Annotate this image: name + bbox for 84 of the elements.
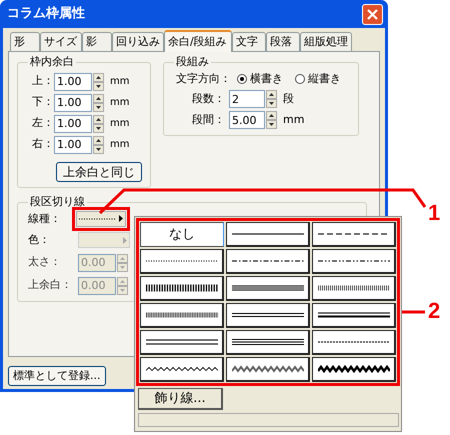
field-label: 色： xyxy=(27,232,51,248)
line-style-option[interactable] xyxy=(226,222,310,247)
tab[interactable]: 影 xyxy=(82,32,112,51)
group-title: 段組み xyxy=(175,54,210,70)
line-style-option[interactable] xyxy=(312,276,396,301)
triangle-icon xyxy=(123,236,127,244)
number-field[interactable]: 5.00 xyxy=(229,111,265,129)
field-label: 右： xyxy=(31,136,54,152)
line-style-option[interactable] xyxy=(140,276,224,301)
spinner-icon[interactable] xyxy=(266,90,277,108)
spinner-icon[interactable] xyxy=(93,94,104,112)
field-label: 上： xyxy=(31,73,54,90)
radio-label: 横書き xyxy=(250,70,283,86)
line-style-option[interactable] xyxy=(140,303,224,328)
spinner-icon[interactable] xyxy=(93,136,104,154)
window-title: コラム枠属性 xyxy=(7,5,85,24)
group-title: 段区切り線 xyxy=(29,194,86,210)
decorative-line-button[interactable]: 飾り線... xyxy=(138,388,223,410)
line-style-icon xyxy=(232,283,304,293)
tab[interactable]: 余白/段組み xyxy=(164,30,232,52)
line-style-option[interactable] xyxy=(312,330,396,355)
line-style-option[interactable] xyxy=(312,222,396,247)
number-field[interactable]: 2 xyxy=(229,90,265,108)
close-button[interactable] xyxy=(362,4,383,24)
number-field[interactable]: 1.00 xyxy=(54,94,92,112)
group-title: 枠内余白 xyxy=(29,54,75,70)
callout-number: 1 xyxy=(428,202,440,224)
line-style-option[interactable] xyxy=(140,249,224,274)
field-label: 文字方向： xyxy=(176,70,231,86)
line-style-option[interactable] xyxy=(226,303,310,328)
tab[interactable]: 回り込み xyxy=(112,32,164,51)
field-label: 線種： xyxy=(27,210,62,226)
tab[interactable]: 組版処理 xyxy=(300,32,352,51)
line-style-option[interactable] xyxy=(226,276,310,301)
line-style-icon xyxy=(232,364,304,374)
line-style-icon xyxy=(232,337,304,347)
line-style-icon xyxy=(146,337,218,347)
unit-label: 段 xyxy=(283,90,294,107)
tab[interactable]: 文字 xyxy=(232,32,266,51)
number-field[interactable]: 1.00 xyxy=(54,136,92,154)
field-label: 下： xyxy=(31,94,54,110)
tab[interactable]: 形 xyxy=(10,32,40,51)
triangle-icon xyxy=(119,215,123,222)
line-style-icon xyxy=(232,310,304,320)
line-style-option[interactable] xyxy=(312,303,396,328)
spinner-icon[interactable] xyxy=(266,111,277,129)
line-style-icon xyxy=(146,364,218,374)
line-style-option[interactable] xyxy=(140,330,224,355)
line-style-option[interactable] xyxy=(312,357,396,382)
callout-line xyxy=(402,310,425,314)
radio-label: 縦書き xyxy=(308,70,341,86)
register-default-button[interactable]: 標準として登録... xyxy=(8,366,106,386)
line-style-option[interactable] xyxy=(312,249,396,274)
line-style-icon xyxy=(318,310,390,320)
line-style-icon xyxy=(318,364,390,374)
field-label: 太さ： xyxy=(27,254,62,270)
field-label: 段間： xyxy=(191,112,226,128)
callout-number: 2 xyxy=(428,300,440,322)
unit-label: mm xyxy=(283,112,304,128)
unit-label: mm xyxy=(110,96,130,110)
field-label: 左： xyxy=(31,115,54,132)
number-field[interactable]: 1.00 xyxy=(54,114,92,132)
line-style-icon xyxy=(318,283,390,293)
field-label: 段数： xyxy=(191,90,226,107)
line-style-option[interactable] xyxy=(140,357,224,382)
unit-label: mm xyxy=(110,117,130,131)
line-style-icon xyxy=(146,283,218,293)
tab[interactable]: サイズ xyxy=(40,32,82,51)
spinner-icon[interactable] xyxy=(93,114,104,132)
line-style-option[interactable] xyxy=(226,330,310,355)
spinner-icon[interactable] xyxy=(93,72,104,90)
line-style-icon xyxy=(146,310,218,320)
close-icon xyxy=(367,8,378,20)
radio-button[interactable] xyxy=(237,74,247,84)
unit-label: mm xyxy=(110,75,130,89)
line-style-option[interactable]: なし xyxy=(140,222,224,247)
line-style-option[interactable] xyxy=(226,249,310,274)
number-field[interactable]: 1.00 xyxy=(54,72,92,90)
tab[interactable]: 段落 xyxy=(266,32,300,51)
radio-button[interactable] xyxy=(295,74,305,84)
line-style-option[interactable] xyxy=(226,357,310,382)
field-label: 上余白： xyxy=(27,277,73,294)
unit-label: mm xyxy=(110,138,130,152)
same-as-top-button[interactable]: 上余白と同じ xyxy=(56,162,142,182)
